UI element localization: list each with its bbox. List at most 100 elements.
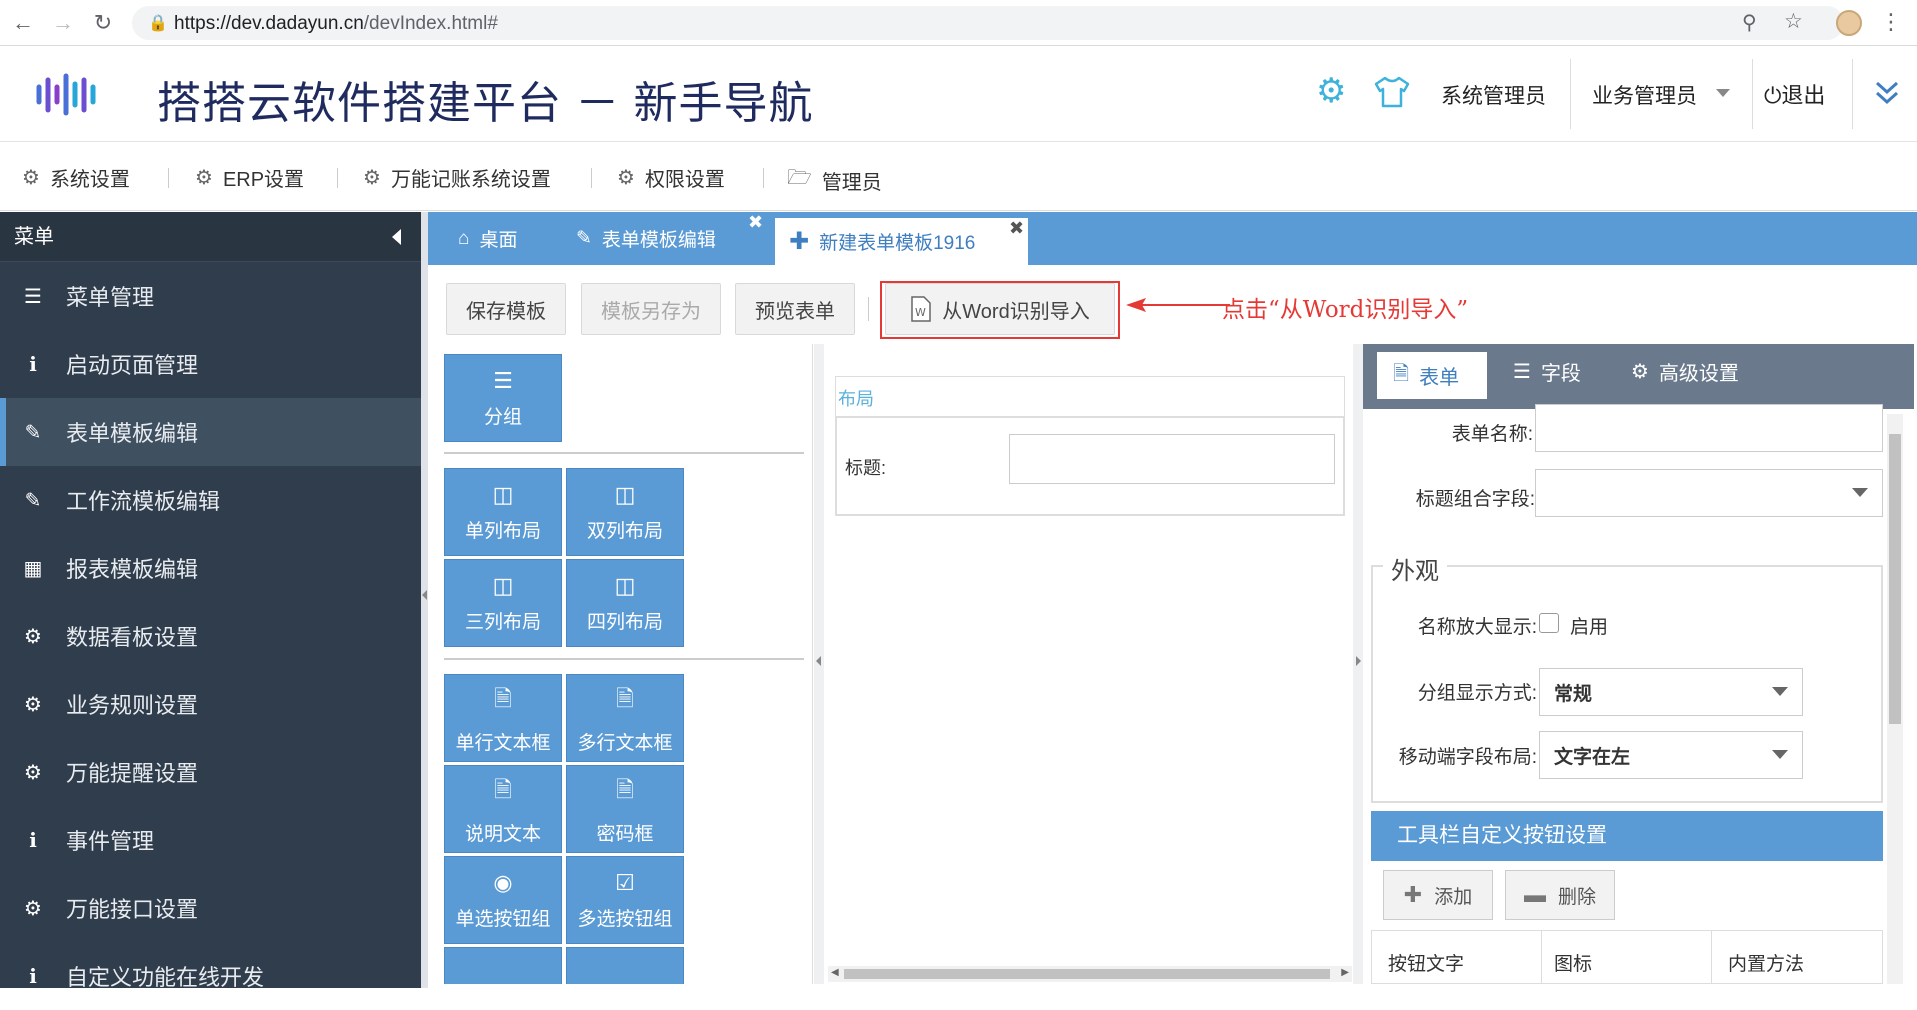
chevron-down-icon[interactable] [1716, 89, 1730, 97]
checkbox-icon: ☑ [615, 869, 635, 895]
menu-accounting-settings[interactable]: ⚙ 万能记账系统设置 [363, 163, 551, 192]
menu-admin[interactable]: 🗁 管理员 [787, 163, 882, 197]
scrollbar-thumb[interactable] [1889, 434, 1901, 724]
delete-button[interactable]: ▬ 删除 [1505, 870, 1615, 920]
settings-gear-icon[interactable]: ⚙ [1316, 71, 1346, 111]
scrollbar-thumb[interactable] [844, 969, 1330, 979]
tab-advanced[interactable]: ⚙ 高级设置 [1615, 344, 1755, 399]
collapse-sidebar-icon[interactable] [392, 229, 401, 245]
import-from-word-button[interactable]: W 从Word识别导入 [885, 283, 1115, 335]
sidebar-item-startup-page[interactable]: i 启动页面管理 [0, 330, 421, 398]
sidebar-item-business-rules[interactable]: ⚙ 业务规则设置 [0, 670, 421, 738]
sidebar-item-custom-dev[interactable]: i 自定义功能在线开发 [0, 942, 421, 1010]
tab-form-template-edit[interactable]: ✎ 表单模板编辑 [562, 212, 730, 265]
save-template-button[interactable]: 保存模板 [446, 283, 566, 335]
url-path: /devIndex.html# [363, 13, 498, 34]
chevron-down-icon [1772, 750, 1788, 759]
tab-bar: ⌂ 桌面 ✎ 表单模板编辑 ✖ ✚ 新建表单模板1916 ✖ [428, 212, 1917, 265]
menu-system-settings[interactable]: ⚙ 系统设置 [22, 163, 130, 192]
palette-description-text[interactable]: 🗎 说明文本 [444, 765, 562, 853]
bookmark-star-icon[interactable]: ☆ [1784, 9, 1803, 34]
palette-password[interactable]: 🗎 密码框 [566, 765, 684, 853]
logout-button[interactable]: ⏻退出 [1764, 78, 1825, 110]
sidebar-item-label: 工作流模板编辑 [66, 489, 221, 514]
mobile-layout-select[interactable]: 文字在左 [1539, 731, 1803, 779]
app-title: 搭搭云软件搭建平台 － 新手导航 [157, 79, 814, 128]
tab-label: 字段 [1540, 363, 1581, 385]
sidebar-item-events[interactable]: i 事件管理 [0, 806, 421, 874]
menu-label: 管理员 [821, 171, 882, 194]
browser-toolbar: ← → ↻ 🔒 https://dev.dadayun.cn/devIndex.… [0, 0, 1917, 46]
horizontal-scrollbar[interactable]: ◀ ▶ [828, 966, 1352, 982]
double-chevron-down-icon[interactable] [1874, 79, 1900, 107]
palette-double-column[interactable]: ◫ 双列布局 [566, 468, 684, 556]
sidebar-item-report-template[interactable]: ▦ 报表模板编辑 [0, 534, 421, 602]
zoom-icon[interactable]: ⚲ [1742, 10, 1757, 35]
layout-section-body: 标题: [835, 416, 1345, 516]
palette-textarea[interactable]: 🗎 多行文本框 [566, 674, 684, 762]
palette-more[interactable]: ⌄ [444, 947, 562, 984]
palette-checkbox-group[interactable]: ☑ 多选按钮组 [566, 856, 684, 944]
save-as-template-button[interactable]: 模板另存为 [581, 283, 721, 335]
tab-label: 高级设置 [1658, 363, 1739, 385]
sidebar-item-form-template[interactable]: ✎ 表单模板编辑 [0, 398, 421, 466]
enlarge-checkbox[interactable] [1539, 613, 1559, 633]
annotation-arrow [1126, 298, 1230, 312]
browser-menu-icon[interactable]: ⋮ [1880, 9, 1902, 35]
add-button[interactable]: ✚ 添加 [1383, 870, 1493, 920]
sidebar-item-reminders[interactable]: ⚙ 万能提醒设置 [0, 738, 421, 806]
sidebar-splitter[interactable] [421, 212, 428, 988]
group-display-select[interactable]: 常规 [1539, 668, 1803, 716]
close-tab-icon[interactable]: ✖ [1009, 218, 1024, 239]
sidebar-item-api-settings[interactable]: ⚙ 万能接口设置 [0, 874, 421, 942]
edit-icon: ✎ [24, 421, 42, 444]
header-divider [1752, 59, 1753, 129]
forward-icon[interactable]: → [50, 10, 76, 36]
toolbar-buttons-section-header: 工具栏自定义按钮设置 [1371, 811, 1883, 861]
document-icon: 🗎 [616, 685, 634, 711]
gear-icon: ⚙ [24, 625, 42, 648]
system-admin-link[interactable]: 系统管理员 [1441, 80, 1546, 110]
palette-more[interactable]: ⌄ [566, 947, 684, 984]
profile-avatar[interactable] [1836, 10, 1862, 36]
add-label: 添加 [1434, 886, 1473, 908]
collapse-arrow-icon [816, 656, 821, 666]
address-bar[interactable]: 🔒 https://dev.dadayun.cn/devIndex.html# … [132, 6, 1844, 40]
tab-form[interactable]: 🗎 表单 [1377, 352, 1487, 399]
form-editor-toolbar: 保存模板 模板另存为 预览表单 W 从Word识别导入 [432, 275, 1912, 341]
palette-radio-group[interactable]: ◉ 单选按钮组 [444, 856, 562, 944]
radio-icon: ◉ [493, 869, 513, 895]
palette-quad-column[interactable]: ◫ 四列布局 [566, 559, 684, 647]
properties-splitter[interactable] [1353, 344, 1363, 984]
tab-desktop[interactable]: ⌂ 桌面 [444, 212, 532, 265]
chevron-down-icon: ⌄ [494, 978, 512, 984]
sidebar-item-dashboard[interactable]: ⚙ 数据看板设置 [0, 602, 421, 670]
menu-permission-settings[interactable]: ⚙ 权限设置 [617, 163, 725, 192]
layout-section-header[interactable]: 布局 [835, 376, 1345, 416]
palette-text-input[interactable]: 🗎 单行文本框 [444, 674, 562, 762]
brand-logo-icon [36, 73, 96, 116]
scroll-right-icon[interactable]: ▶ [1341, 967, 1349, 978]
layout-section-title: 布局 [838, 389, 874, 409]
menu-erp-settings[interactable]: ⚙ ERP设置 [195, 163, 304, 192]
title-combo-select[interactable] [1535, 469, 1883, 517]
sidebar-item-menu-management[interactable]: ☰ 菜单管理 [0, 262, 421, 330]
palette-triple-column[interactable]: ◫ 三列布局 [444, 559, 562, 647]
preview-form-button[interactable]: 预览表单 [735, 283, 855, 335]
business-admin-dropdown[interactable]: 业务管理员 [1592, 80, 1697, 110]
palette-splitter[interactable] [814, 344, 824, 984]
close-tab-icon[interactable]: ✖ [748, 212, 763, 233]
tab-fields[interactable]: ☰ 字段 [1497, 344, 1597, 399]
palette-group[interactable]: ☰ 分组 [444, 354, 562, 442]
reload-icon[interactable]: ↻ [90, 10, 116, 36]
sidebar-header: 菜单 [0, 212, 421, 262]
form-name-input[interactable] [1535, 404, 1883, 452]
theme-shirt-icon[interactable] [1373, 75, 1411, 109]
tab-new-form-template[interactable]: ✚ 新建表单模板1916 [775, 218, 1028, 265]
title-field-input[interactable] [1009, 434, 1335, 484]
vertical-scrollbar[interactable] [1887, 414, 1903, 984]
scroll-left-icon[interactable]: ◀ [831, 967, 839, 978]
sidebar-item-workflow-template[interactable]: ✎ 工作流模板编辑 [0, 466, 421, 534]
palette-single-column[interactable]: ◫ 单列布局 [444, 468, 562, 556]
back-icon[interactable]: ← [10, 10, 36, 36]
